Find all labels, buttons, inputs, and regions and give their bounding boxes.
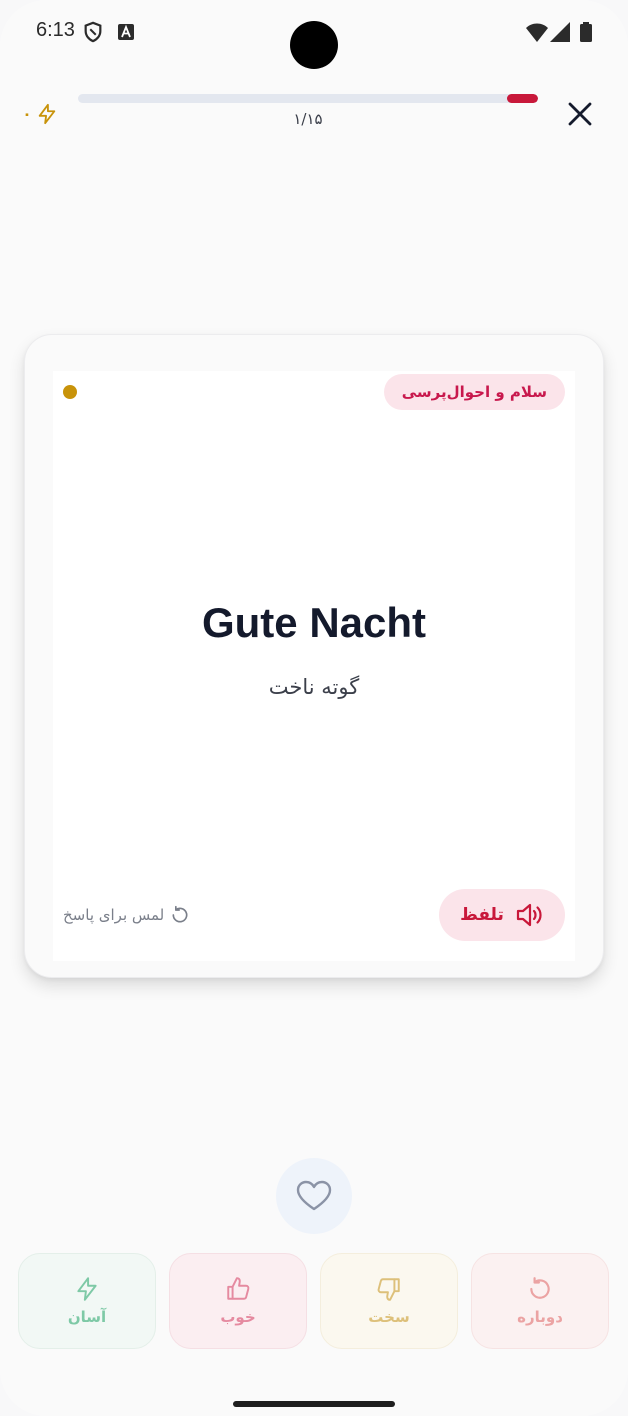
close-button[interactable] xyxy=(564,98,596,130)
rate-good-label: خوب xyxy=(220,1308,256,1326)
heart-icon xyxy=(296,1180,332,1211)
text-a-icon xyxy=(118,24,134,40)
rate-again-button[interactable]: دوباره xyxy=(471,1253,609,1349)
favorite-button[interactable] xyxy=(276,1158,352,1234)
retry-icon xyxy=(530,1277,550,1299)
speaker-icon xyxy=(516,903,542,927)
progress-bar xyxy=(78,94,538,103)
rate-good-button[interactable]: خوب xyxy=(169,1253,307,1349)
front-camera xyxy=(290,21,338,69)
thumbs-up-icon xyxy=(227,1277,250,1300)
flashcard-face[interactable]: سلام و احوال‌پرسی Gute Nacht گوته ناخت ل… xyxy=(53,371,575,961)
battery-icon xyxy=(580,22,592,42)
rate-hard-label: سخت xyxy=(368,1308,410,1326)
pronounce-label: تلفظ xyxy=(460,905,504,925)
wifi-icon xyxy=(526,23,548,42)
pronounce-button[interactable]: تلفظ xyxy=(439,889,565,941)
rate-easy-button[interactable]: آسان xyxy=(18,1253,156,1349)
status-bar: 6:13 xyxy=(0,0,628,69)
category-chip: سلام و احوال‌پرسی xyxy=(383,374,565,410)
status-time: 6:13 xyxy=(36,19,75,41)
rate-easy-label: آسان xyxy=(67,1308,107,1326)
bolt-icon xyxy=(77,1277,97,1301)
rate-again-label: دوباره xyxy=(517,1308,563,1326)
progress-fill xyxy=(507,94,538,103)
shield-icon xyxy=(84,21,102,43)
flashcard[interactable]: سلام و احوال‌پرسی Gute Nacht گوته ناخت ل… xyxy=(24,334,604,978)
card-pronunciation: گوته ناخت xyxy=(268,675,360,699)
progress-label: ۱/۱۵ xyxy=(293,110,323,128)
streak-count: ۰ xyxy=(22,105,32,123)
app-screen: 6:13 ۰ ۱/۱۵ xyxy=(0,0,628,1416)
home-indicator[interactable] xyxy=(233,1401,395,1407)
rate-hard-button[interactable]: سخت xyxy=(320,1253,458,1349)
signal-icon xyxy=(550,22,570,42)
flip-icon xyxy=(172,905,188,923)
card-word: Gute Nacht xyxy=(201,599,427,646)
streak-indicator: ۰ xyxy=(22,103,58,125)
close-icon xyxy=(568,102,592,126)
bolt-icon xyxy=(38,103,56,125)
tap-hint-label: لمس برای پاسخ xyxy=(63,906,165,924)
tap-to-answer-hint[interactable]: لمس برای پاسخ xyxy=(63,905,190,925)
status-dot xyxy=(63,385,77,399)
thumbs-down-icon xyxy=(377,1278,400,1301)
